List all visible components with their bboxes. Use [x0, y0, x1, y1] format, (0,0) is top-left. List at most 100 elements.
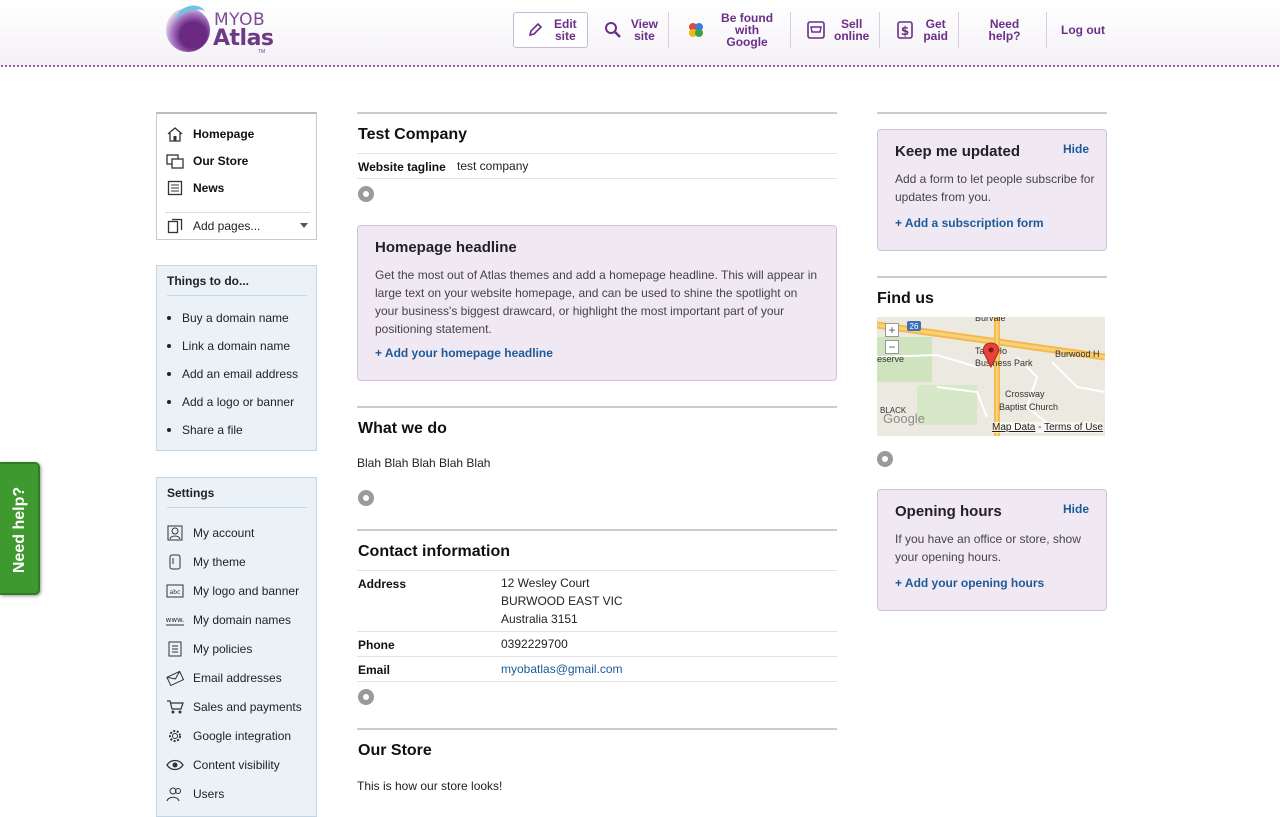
- settings-title: Settings: [167, 486, 307, 508]
- settings-panel: Settings My account My theme abc My logo …: [156, 477, 317, 817]
- header-dotted-border: [0, 64, 1280, 68]
- settings-my-policies[interactable]: My policies: [165, 638, 252, 660]
- settings-label: My logo and banner: [193, 584, 300, 598]
- page-item-news[interactable]: News: [165, 178, 224, 198]
- email-link[interactable]: myobatlas@gmail.com: [501, 660, 623, 678]
- need-help-link[interactable]: Need help?: [963, 12, 1047, 48]
- settings-label: Email addresses: [193, 671, 282, 685]
- log-out-link[interactable]: Log out: [1051, 12, 1117, 48]
- add-pages-label: Add pages...: [193, 218, 261, 233]
- add-subscription-form-link[interactable]: + Add a subscription form: [895, 216, 1044, 230]
- email-label: Email: [358, 663, 391, 677]
- what-we-do-text: Blah Blah Blah Blah Blah: [357, 456, 491, 470]
- address-line-3: Australia 3151: [501, 612, 578, 626]
- todo-share-file[interactable]: Share a file: [167, 423, 243, 437]
- svg-text:Baptist Church: Baptist Church: [999, 402, 1058, 412]
- map-data-link[interactable]: Map Data: [992, 422, 1035, 433]
- map-zoom-out-button[interactable]: −: [885, 340, 899, 354]
- chevron-down-icon: [300, 223, 308, 228]
- log-out-label: Log out: [1061, 23, 1105, 37]
- edit-site-line2: site: [554, 29, 576, 43]
- map-terms-link[interactable]: Terms of Use: [1044, 422, 1103, 433]
- svg-text:$: $: [901, 24, 909, 38]
- add-pages-dropdown[interactable]: Add pages...: [165, 212, 310, 234]
- row-divider: [357, 656, 837, 657]
- settings-my-theme[interactable]: My theme: [165, 551, 246, 573]
- pages-panel: Homepage Our Store News Add pages...: [156, 112, 317, 240]
- need-help-side-tab[interactable]: Need help?: [0, 462, 40, 595]
- phone-value: 0392229700: [501, 637, 568, 651]
- bullet-icon: [167, 400, 171, 404]
- todo-label: Buy a domain name: [182, 311, 289, 325]
- svg-text:26: 26: [910, 322, 919, 331]
- be-found-line2: with Google: [726, 23, 768, 49]
- bullet-icon: [167, 316, 171, 320]
- opening-hours-hide-link[interactable]: Hide: [1063, 502, 1089, 516]
- envelope-icon: [165, 670, 185, 686]
- section-divider: [877, 112, 1107, 114]
- settings-content-visibility[interactable]: Content visibility: [165, 754, 280, 776]
- view-site-button[interactable]: View site: [594, 12, 669, 48]
- phone-label: Phone: [358, 638, 395, 652]
- settings-email-addresses[interactable]: Email addresses: [165, 667, 282, 689]
- settings-label: Google integration: [193, 729, 292, 743]
- be-found-with-google-button[interactable]: Be found with Google: [675, 12, 791, 48]
- settings-my-account[interactable]: My account: [165, 522, 254, 544]
- svg-text:Burwood H: Burwood H: [1055, 349, 1100, 359]
- google-icon: [685, 19, 706, 41]
- news-icon: [165, 180, 185, 196]
- tagline-label: Website tagline: [358, 160, 446, 174]
- settings-users[interactable]: Users: [165, 783, 224, 805]
- edit-map-gear-icon[interactable]: [877, 451, 893, 467]
- settings-label: My policies: [193, 642, 253, 656]
- theme-icon: [165, 554, 185, 570]
- sell-online-line2: online: [834, 29, 870, 43]
- bullet-icon: [167, 372, 171, 376]
- add-opening-hours-link[interactable]: + Add your opening hours: [895, 576, 1044, 590]
- todo-add-logo[interactable]: Add a logo or banner: [167, 395, 294, 409]
- settings-label: Sales and payments: [193, 700, 302, 714]
- address-label: Address: [358, 577, 407, 591]
- svg-text:abc: abc: [170, 589, 181, 596]
- settings-my-domain-names[interactable]: www. My domain names: [165, 609, 291, 631]
- view-site-line2: site: [634, 29, 655, 43]
- bullet-icon: [167, 344, 171, 348]
- settings-label: Users: [193, 787, 225, 801]
- page-item-our-store[interactable]: Our Store: [165, 151, 248, 171]
- todo-link-domain[interactable]: Link a domain name: [167, 339, 290, 353]
- get-paid-button[interactable]: $ Get paid: [885, 12, 959, 48]
- edit-what-we-do-gear-icon[interactable]: [358, 490, 374, 506]
- keep-me-updated-hide-link[interactable]: Hide: [1063, 142, 1089, 156]
- settings-sales-payments[interactable]: Sales and payments: [165, 696, 302, 718]
- our-store-heading: Our Store: [358, 742, 432, 759]
- dollar-icon: $: [895, 19, 915, 41]
- todo-buy-domain[interactable]: Buy a domain name: [167, 311, 289, 325]
- edit-company-gear-icon[interactable]: [358, 186, 374, 202]
- todo-label: Share a file: [182, 423, 243, 437]
- edit-site-button[interactable]: Edit site: [513, 12, 588, 48]
- todo-label: Link a domain name: [182, 339, 291, 353]
- row-divider: [357, 681, 837, 682]
- opening-hours-box: Opening hours Hide If you have an office…: [877, 489, 1107, 611]
- section-divider: [357, 728, 837, 730]
- svg-text:Burvale: Burvale: [975, 317, 1006, 323]
- magnifier-icon: [604, 19, 623, 41]
- add-homepage-headline-link[interactable]: + Add your homepage headline: [375, 346, 553, 360]
- todo-label: Add a logo or banner: [182, 395, 295, 409]
- page-item-homepage[interactable]: Homepage: [165, 124, 254, 144]
- location-map[interactable]: 26 Burvale Burwood H Tally Ho Business P…: [877, 317, 1105, 436]
- things-to-do-panel: Things to do... Buy a domain name Link a…: [156, 265, 317, 451]
- our-store-text: This is how our store looks!: [357, 779, 503, 793]
- settings-my-logo-banner[interactable]: abc My logo and banner: [165, 580, 299, 602]
- address-line-1: 12 Wesley Court: [501, 576, 590, 590]
- map-zoom-in-button[interactable]: +: [885, 323, 899, 337]
- settings-google-integration[interactable]: Google integration: [165, 725, 291, 747]
- section-divider: [877, 276, 1107, 278]
- sell-online-button[interactable]: Sell online: [796, 12, 880, 48]
- need-help-label: Need help?: [988, 17, 1021, 43]
- settings-label: My account: [193, 526, 255, 540]
- settings-label: My theme: [193, 555, 246, 569]
- myob-atlas-logo[interactable]: MYOB Atlas TM: [164, 1, 274, 56]
- edit-contact-gear-icon[interactable]: [358, 689, 374, 705]
- todo-add-email[interactable]: Add an email address: [167, 367, 298, 381]
